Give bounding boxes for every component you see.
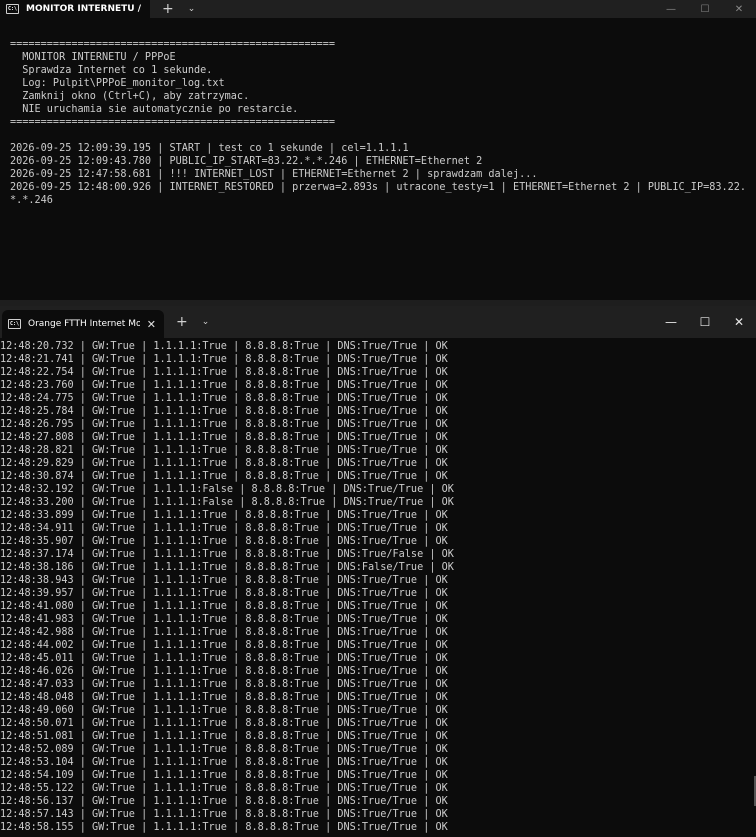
terminal-line: 12:48:32.192 | GW:True | 1.1.1.1:False |… [0, 484, 454, 495]
terminal-line: 12:48:25.784 | GW:True | 1.1.1.1:True | … [0, 406, 448, 417]
terminal-line: Log: Pulpit\PPPoE_monitor_log.txt [10, 78, 225, 89]
terminal-line: ========================================… [10, 39, 336, 50]
tab-actions: + ⌄ [150, 0, 195, 18]
terminal-line: 12:48:33.200 | GW:True | 1.1.1.1:False |… [0, 497, 454, 508]
terminal-line: 2026-09-25 12:47:58.681 | !!! INTERNET_L… [10, 169, 538, 180]
terminal-output[interactable]: ========================================… [0, 18, 756, 207]
terminal-output[interactable]: 12:48:20.732 | GW:True | 1.1.1.1:True | … [0, 338, 756, 834]
tab-title: MONITOR INTERNETU / PPPo [26, 4, 142, 14]
close-button[interactable]: ✕ [722, 4, 756, 15]
terminal-line: NIE uruchamia sie automatycznie po resta… [10, 104, 299, 115]
terminal-icon: C:\ [6, 4, 19, 14]
titlebar: C:\ Orange FTTH Internet Monito ✕ + ⌄ — … [0, 306, 756, 338]
terminal-line: 12:48:51.081 | GW:True | 1.1.1.1:True | … [0, 731, 448, 742]
terminal-line: 12:48:26.795 | GW:True | 1.1.1.1:True | … [0, 419, 448, 430]
terminal-line: 12:48:34.911 | GW:True | 1.1.1.1:True | … [0, 523, 448, 534]
terminal-line: 12:48:41.983 | GW:True | 1.1.1.1:True | … [0, 614, 448, 625]
terminal-line: 12:48:22.754 | GW:True | 1.1.1.1:True | … [0, 367, 448, 378]
maximize-button[interactable]: ☐ [688, 315, 722, 329]
terminal-line: 12:48:53.104 | GW:True | 1.1.1.1:True | … [0, 757, 448, 768]
terminal-line: 12:48:55.122 | GW:True | 1.1.1.1:True | … [0, 783, 448, 794]
terminal-line: 12:48:23.760 | GW:True | 1.1.1.1:True | … [0, 380, 448, 391]
terminal-line: 12:48:57.143 | GW:True | 1.1.1.1:True | … [0, 809, 448, 820]
terminal-line: 12:48:33.899 | GW:True | 1.1.1.1:True | … [0, 510, 448, 521]
terminal-line: 2026-09-25 12:48:00.926 | INTERNET_RESTO… [10, 182, 747, 193]
terminal-line: 12:48:28.821 | GW:True | 1.1.1.1:True | … [0, 445, 448, 456]
terminal-line: ========================================… [10, 117, 336, 128]
terminal-line: 12:48:42.988 | GW:True | 1.1.1.1:True | … [0, 627, 448, 638]
terminal-line: 12:48:29.829 | GW:True | 1.1.1.1:True | … [0, 458, 448, 469]
titlebar: C:\ MONITOR INTERNETU / PPPo + ⌄ — ☐ ✕ [0, 0, 756, 18]
terminal-line: 12:48:21.741 | GW:True | 1.1.1.1:True | … [0, 354, 448, 365]
terminal-line: 12:48:52.089 | GW:True | 1.1.1.1:True | … [0, 744, 448, 755]
new-tab-button[interactable]: + [176, 314, 188, 330]
terminal-line: 12:48:20.732 | GW:True | 1.1.1.1:True | … [0, 341, 448, 352]
terminal-line: 12:48:37.174 | GW:True | 1.1.1.1:True | … [0, 549, 454, 560]
terminal-line: 12:48:24.775 | GW:True | 1.1.1.1:True | … [0, 393, 448, 404]
terminal-line: 12:48:45.011 | GW:True | 1.1.1.1:True | … [0, 653, 448, 664]
terminal-icon: C:\ [8, 319, 21, 329]
tab-orange-monitor[interactable]: C:\ Orange FTTH Internet Monito ✕ [2, 310, 164, 338]
terminal-line: 12:48:35.907 | GW:True | 1.1.1.1:True | … [0, 536, 448, 547]
terminal-line: 12:48:27.808 | GW:True | 1.1.1.1:True | … [0, 432, 448, 443]
terminal-line: 2026-09-25 12:09:39.195 | START | test c… [10, 143, 409, 154]
terminal-line: MONITOR INTERNETU / PPPoE [10, 52, 176, 63]
terminal-line: *.*.246 [10, 195, 53, 206]
tab-title: Orange FTTH Internet Monito [28, 319, 140, 329]
tab-pppoe-monitor[interactable]: C:\ MONITOR INTERNETU / PPPo [0, 0, 150, 18]
terminal-line: 12:48:46.026 | GW:True | 1.1.1.1:True | … [0, 666, 448, 677]
terminal-line: Sprawdza Internet co 1 sekunde. [10, 65, 213, 76]
terminal-line: 12:48:38.943 | GW:True | 1.1.1.1:True | … [0, 575, 448, 586]
terminal-window-pppoe: C:\ MONITOR INTERNETU / PPPo + ⌄ — ☐ ✕ =… [0, 0, 756, 300]
chevron-down-icon[interactable]: ⌄ [188, 4, 196, 14]
chevron-down-icon[interactable]: ⌄ [202, 317, 210, 327]
terminal-line: 12:48:48.048 | GW:True | 1.1.1.1:True | … [0, 692, 448, 703]
terminal-line: 12:48:38.186 | GW:True | 1.1.1.1:True | … [0, 562, 454, 573]
minimize-button[interactable]: — [654, 4, 688, 15]
terminal-line: 2026-09-25 12:09:43.780 | PUBLIC_IP_STAR… [10, 156, 483, 167]
window-controls: — ☐ ✕ [654, 0, 756, 18]
terminal-line: 12:48:41.080 | GW:True | 1.1.1.1:True | … [0, 601, 448, 612]
tab-actions: + ⌄ [164, 306, 209, 338]
terminal-window-orange: C:\ Orange FTTH Internet Monito ✕ + ⌄ — … [0, 306, 756, 837]
terminal-line: 12:48:50.071 | GW:True | 1.1.1.1:True | … [0, 718, 448, 729]
terminal-line: 12:48:39.957 | GW:True | 1.1.1.1:True | … [0, 588, 448, 599]
close-tab-icon[interactable]: ✕ [147, 318, 156, 331]
terminal-line: 12:48:58.155 | GW:True | 1.1.1.1:True | … [0, 822, 448, 833]
window-controls: — ☐ ✕ [654, 306, 756, 338]
terminal-line: 12:48:47.033 | GW:True | 1.1.1.1:True | … [0, 679, 448, 690]
maximize-button[interactable]: ☐ [688, 4, 722, 15]
new-tab-button[interactable]: + [162, 1, 174, 17]
terminal-line: 12:48:44.002 | GW:True | 1.1.1.1:True | … [0, 640, 448, 651]
minimize-button[interactable]: — [654, 315, 688, 329]
terminal-line: 12:48:30.874 | GW:True | 1.1.1.1:True | … [0, 471, 448, 482]
terminal-line: 12:48:54.109 | GW:True | 1.1.1.1:True | … [0, 770, 448, 781]
terminal-line: 12:48:56.137 | GW:True | 1.1.1.1:True | … [0, 796, 448, 807]
terminal-line: Zamknij okno (Ctrl+C), aby zatrzymac. [10, 91, 250, 102]
terminal-line: 12:48:49.060 | GW:True | 1.1.1.1:True | … [0, 705, 448, 716]
close-button[interactable]: ✕ [722, 315, 756, 329]
